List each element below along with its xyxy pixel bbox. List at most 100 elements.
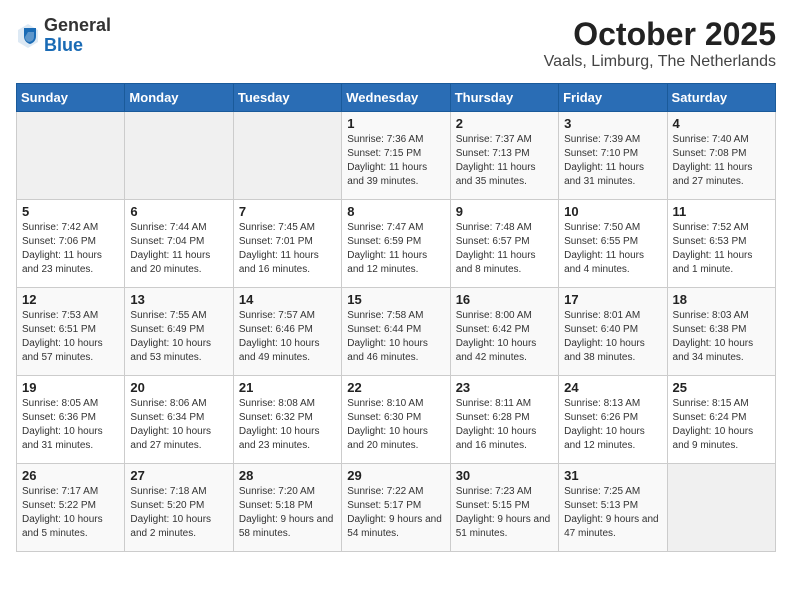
day-info: Sunrise: 7:20 AM Sunset: 5:18 PM Dayligh… <box>239 485 336 541</box>
calendar-header-tuesday: Tuesday <box>233 84 341 112</box>
calendar-header-saturday: Saturday <box>667 84 775 112</box>
calendar-cell: 13 Sunrise: 7:55 AM Sunset: 6:49 PM Dayli… <box>125 288 233 376</box>
calendar-cell: 22 Sunrise: 8:10 AM Sunset: 6:30 PM Dayli… <box>342 376 450 464</box>
day-info: Sunrise: 7:50 AM Sunset: 6:55 PM Dayligh… <box>564 221 661 277</box>
calendar-cell: 31 Sunrise: 7:25 AM Sunset: 5:13 PM Dayli… <box>559 464 667 552</box>
calendar-cell: 26 Sunrise: 7:17 AM Sunset: 5:22 PM Dayli… <box>17 464 125 552</box>
calendar-cell: 6 Sunrise: 7:44 AM Sunset: 7:04 PM Daylig… <box>125 200 233 288</box>
day-info: Sunrise: 7:18 AM Sunset: 5:20 PM Dayligh… <box>130 485 227 541</box>
calendar-cell: 10Sunrise: 7:50 AM Sunset: 6:55 PM Dayli… <box>559 200 667 288</box>
calendar-header-monday: Monday <box>125 84 233 112</box>
day-number: 3 <box>564 116 661 131</box>
title-block: October 2025 Vaals, Limburg, The Netherl… <box>544 16 776 71</box>
day-info: Sunrise: 7:58 AM Sunset: 6:44 PM Dayligh… <box>347 309 444 365</box>
day-info: Sunrise: 7:23 AM Sunset: 5:15 PM Dayligh… <box>456 485 553 541</box>
calendar-cell: 29 Sunrise: 7:22 AM Sunset: 5:17 PM Dayli… <box>342 464 450 552</box>
calendar-cell: 4 Sunrise: 7:40 AM Sunset: 7:08 PM Daylig… <box>667 112 775 200</box>
logo-icon <box>16 22 40 50</box>
day-info: Sunrise: 8:10 AM Sunset: 6:30 PM Dayligh… <box>347 397 444 453</box>
day-number: 14 <box>239 292 336 307</box>
day-number: 26 <box>22 468 119 483</box>
day-info: Sunrise: 7:17 AM Sunset: 5:22 PM Dayligh… <box>22 485 119 541</box>
day-number: 31 <box>564 468 661 483</box>
calendar-cell: 11Sunrise: 7:52 AM Sunset: 6:53 PM Dayli… <box>667 200 775 288</box>
calendar-header-thursday: Thursday <box>450 84 558 112</box>
calendar-header-row: SundayMondayTuesdayWednesdayThursdayFrid… <box>17 84 776 112</box>
day-info: Sunrise: 8:03 AM Sunset: 6:38 PM Dayligh… <box>673 309 770 365</box>
calendar-cell: 20Sunrise: 8:06 AM Sunset: 6:34 PM Dayli… <box>125 376 233 464</box>
day-number: 28 <box>239 468 336 483</box>
calendar-week-row-1: 1 Sunrise: 7:36 AM Sunset: 7:15 PM Daylig… <box>17 112 776 200</box>
day-number: 22 <box>347 380 444 395</box>
calendar-cell: 27 Sunrise: 7:18 AM Sunset: 5:20 PM Dayli… <box>125 464 233 552</box>
day-number: 16 <box>456 292 553 307</box>
day-info: Sunrise: 7:44 AM Sunset: 7:04 PM Dayligh… <box>130 221 227 277</box>
day-info: Sunrise: 7:52 AM Sunset: 6:53 PM Dayligh… <box>673 221 770 277</box>
day-number: 20 <box>130 380 227 395</box>
day-info: Sunrise: 7:48 AM Sunset: 6:57 PM Dayligh… <box>456 221 553 277</box>
day-number: 7 <box>239 204 336 219</box>
calendar-table: SundayMondayTuesdayWednesdayThursdayFrid… <box>16 83 776 552</box>
calendar-header-sunday: Sunday <box>17 84 125 112</box>
calendar-cell: 21 Sunrise: 8:08 AM Sunset: 6:32 PM Dayli… <box>233 376 341 464</box>
calendar-cell <box>17 112 125 200</box>
calendar-week-row-4: 19 Sunrise: 8:05 AM Sunset: 6:36 PM Dayli… <box>17 376 776 464</box>
day-info: Sunrise: 7:42 AM Sunset: 7:06 PM Dayligh… <box>22 221 119 277</box>
calendar-week-row-3: 12 Sunrise: 7:53 AM Sunset: 6:51 PM Dayli… <box>17 288 776 376</box>
calendar-cell: 3 Sunrise: 7:39 AM Sunset: 7:10 PM Daylig… <box>559 112 667 200</box>
day-number: 15 <box>347 292 444 307</box>
calendar-cell: 16 Sunrise: 8:00 AM Sunset: 6:42 PM Dayli… <box>450 288 558 376</box>
day-number: 23 <box>456 380 553 395</box>
day-info: Sunrise: 8:08 AM Sunset: 6:32 PM Dayligh… <box>239 397 336 453</box>
calendar-cell: 30Sunrise: 7:23 AM Sunset: 5:15 PM Dayli… <box>450 464 558 552</box>
day-info: Sunrise: 7:53 AM Sunset: 6:51 PM Dayligh… <box>22 309 119 365</box>
day-info: Sunrise: 8:11 AM Sunset: 6:28 PM Dayligh… <box>456 397 553 453</box>
day-number: 18 <box>673 292 770 307</box>
calendar-cell: 15 Sunrise: 7:58 AM Sunset: 6:44 PM Dayli… <box>342 288 450 376</box>
day-info: Sunrise: 7:57 AM Sunset: 6:46 PM Dayligh… <box>239 309 336 365</box>
day-info: Sunrise: 8:05 AM Sunset: 6:36 PM Dayligh… <box>22 397 119 453</box>
day-number: 1 <box>347 116 444 131</box>
day-number: 29 <box>347 468 444 483</box>
day-info: Sunrise: 7:25 AM Sunset: 5:13 PM Dayligh… <box>564 485 661 541</box>
day-info: Sunrise: 8:00 AM Sunset: 6:42 PM Dayligh… <box>456 309 553 365</box>
day-info: Sunrise: 7:36 AM Sunset: 7:15 PM Dayligh… <box>347 133 444 189</box>
calendar-cell: 28 Sunrise: 7:20 AM Sunset: 5:18 PM Dayli… <box>233 464 341 552</box>
calendar-week-row-2: 5 Sunrise: 7:42 AM Sunset: 7:06 PM Daylig… <box>17 200 776 288</box>
day-info: Sunrise: 7:37 AM Sunset: 7:13 PM Dayligh… <box>456 133 553 189</box>
day-number: 17 <box>564 292 661 307</box>
day-number: 24 <box>564 380 661 395</box>
calendar-cell: 17Sunrise: 8:01 AM Sunset: 6:40 PM Dayli… <box>559 288 667 376</box>
calendar-cell: 8 Sunrise: 7:47 AM Sunset: 6:59 PM Daylig… <box>342 200 450 288</box>
calendar-cell: 2 Sunrise: 7:37 AM Sunset: 7:13 PM Daylig… <box>450 112 558 200</box>
day-info: Sunrise: 7:45 AM Sunset: 7:01 PM Dayligh… <box>239 221 336 277</box>
calendar-cell: 7 Sunrise: 7:45 AM Sunset: 7:01 PM Daylig… <box>233 200 341 288</box>
day-info: Sunrise: 7:22 AM Sunset: 5:17 PM Dayligh… <box>347 485 444 541</box>
day-number: 13 <box>130 292 227 307</box>
day-info: Sunrise: 7:40 AM Sunset: 7:08 PM Dayligh… <box>673 133 770 189</box>
calendar-cell: 5 Sunrise: 7:42 AM Sunset: 7:06 PM Daylig… <box>17 200 125 288</box>
page-header: General Blue October 2025 Vaals, Limburg… <box>16 16 776 71</box>
day-number: 4 <box>673 116 770 131</box>
day-number: 8 <box>347 204 444 219</box>
calendar-header-friday: Friday <box>559 84 667 112</box>
calendar-cell: 24 Sunrise: 8:13 AM Sunset: 6:26 PM Dayli… <box>559 376 667 464</box>
calendar-cell: 14 Sunrise: 7:57 AM Sunset: 6:46 PM Dayli… <box>233 288 341 376</box>
calendar-cell <box>667 464 775 552</box>
day-number: 2 <box>456 116 553 131</box>
location-title: Vaals, Limburg, The Netherlands <box>544 53 776 71</box>
calendar-cell: 23 Sunrise: 8:11 AM Sunset: 6:28 PM Dayli… <box>450 376 558 464</box>
day-number: 12 <box>22 292 119 307</box>
day-number: 21 <box>239 380 336 395</box>
day-info: Sunrise: 7:39 AM Sunset: 7:10 PM Dayligh… <box>564 133 661 189</box>
calendar-cell: 9Sunrise: 7:48 AM Sunset: 6:57 PM Daylig… <box>450 200 558 288</box>
day-number: 27 <box>130 468 227 483</box>
calendar-cell <box>233 112 341 200</box>
day-info: Sunrise: 8:13 AM Sunset: 6:26 PM Dayligh… <box>564 397 661 453</box>
day-number: 5 <box>22 204 119 219</box>
day-info: Sunrise: 7:47 AM Sunset: 6:59 PM Dayligh… <box>347 221 444 277</box>
day-number: 19 <box>22 380 119 395</box>
day-number: 6 <box>130 204 227 219</box>
day-info: Sunrise: 7:55 AM Sunset: 6:49 PM Dayligh… <box>130 309 227 365</box>
calendar-cell: 18 Sunrise: 8:03 AM Sunset: 6:38 PM Dayli… <box>667 288 775 376</box>
